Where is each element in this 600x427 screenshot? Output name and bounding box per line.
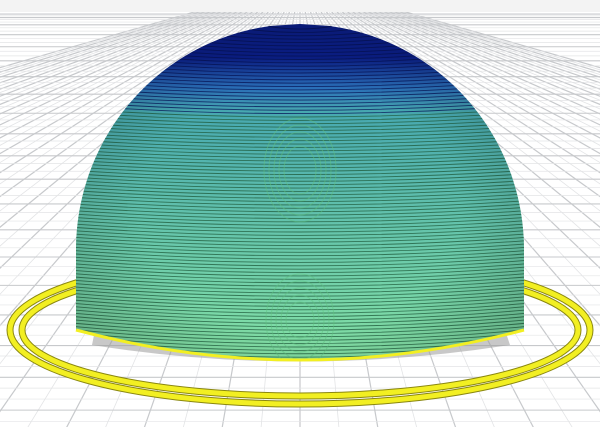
build-plate-scene[interactable] <box>0 0 600 427</box>
top-strip <box>0 0 600 12</box>
layer-view-viewport[interactable] <box>0 0 600 427</box>
